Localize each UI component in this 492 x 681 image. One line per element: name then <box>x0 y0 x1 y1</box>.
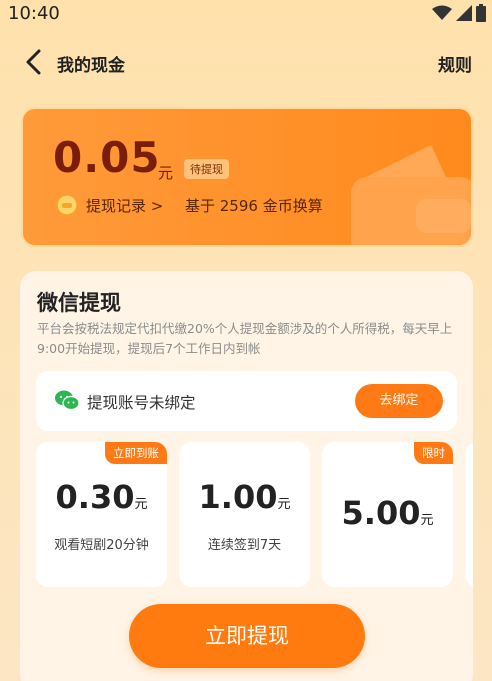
wechat-withdraw-card: 微信提现 平台会按税法规定代扣代缴20%个人提现金额涉及的个人所得税，每天早上9… <box>20 271 473 681</box>
rules-link[interactable]: 规则 <box>438 51 472 76</box>
option-amount-value: 5.00 <box>341 494 421 532</box>
wifi-icon <box>432 5 452 20</box>
coin-icon <box>56 194 78 216</box>
withdraw-option-partial[interactable] <box>465 442 473 587</box>
withdraw-option-2[interactable]: 限时 5.00元 <box>322 442 453 587</box>
wallet-icon <box>351 145 471 245</box>
option-desc: 观看短剧20分钟 <box>54 538 149 553</box>
option-amount: 0.30元 <box>36 478 167 516</box>
coin-conversion-text: 基于 2596 金币换算 <box>185 197 323 215</box>
balance-unit: 元 <box>158 164 174 182</box>
section-title: 微信提现 <box>37 291 121 315</box>
pending-badge: 待提现 <box>184 159 229 179</box>
balance-card: 0.05 元 待提现 提现记录 > 基于 2596 金币换算 <box>21 107 473 247</box>
option-amount-value: 1.00 <box>198 478 278 516</box>
option-amount-unit: 元 <box>277 497 291 512</box>
signal-icon <box>456 5 472 21</box>
withdraw-options: 立即到账 0.30元 观看短剧20分钟 1.00元 连续签到7天 限时 5.00… <box>36 442 473 588</box>
battery-icon <box>476 4 486 22</box>
option-amount: 1.00元 <box>179 478 310 516</box>
status-time: 10:40 <box>8 3 60 24</box>
wechat-icon <box>55 390 79 411</box>
bind-account-button[interactable]: 去绑定 <box>355 384 443 418</box>
withdraw-option-1[interactable]: 1.00元 连续签到7天 <box>179 442 310 587</box>
option-amount-value: 0.30 <box>55 478 135 516</box>
nav-bar: 我的现金 规则 <box>0 40 492 84</box>
balance-amount: 0.05 <box>53 133 161 182</box>
option-tag: 限时 <box>414 442 453 464</box>
option-amount-unit: 元 <box>420 513 434 528</box>
account-status-label: 提现账号未绑定 <box>87 394 196 412</box>
option-amount-unit: 元 <box>134 497 148 512</box>
status-bar: 10:40 <box>0 0 492 30</box>
option-amount: 5.00元 <box>322 494 453 532</box>
page-title: 我的现金 <box>57 56 125 76</box>
account-binding-row: 提现账号未绑定 去绑定 <box>36 371 457 431</box>
option-desc: 连续签到7天 <box>207 538 282 553</box>
tax-note: 平台会按税法规定代扣代缴20%个人提现金额涉及的个人所得税，每天早上9:00开始… <box>37 321 453 356</box>
withdraw-option-0[interactable]: 立即到账 0.30元 观看短剧20分钟 <box>36 442 167 587</box>
back-arrow-icon[interactable] <box>22 48 46 76</box>
withdraw-records-link[interactable]: 提现记录 > <box>86 195 163 216</box>
withdraw-now-button[interactable]: 立即提现 <box>129 604 365 668</box>
status-icons <box>432 4 486 22</box>
option-tag: 立即到账 <box>105 442 167 464</box>
